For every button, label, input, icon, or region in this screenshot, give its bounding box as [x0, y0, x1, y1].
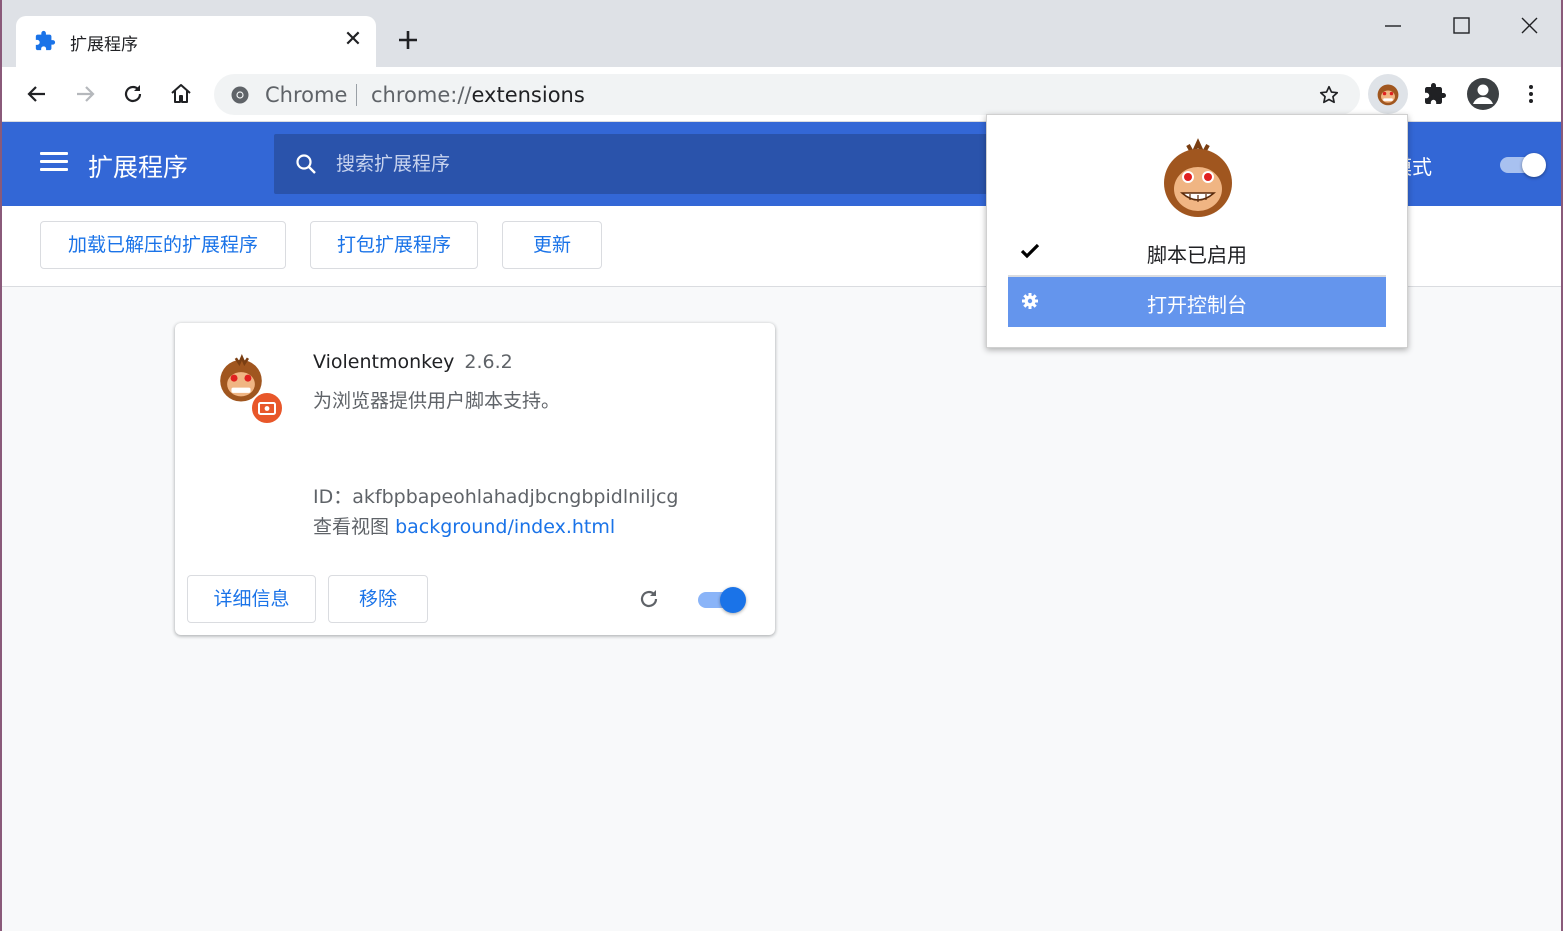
open-dashboard-item[interactable]: 打开控制台 [1008, 277, 1386, 327]
more-vert-icon [1529, 85, 1533, 103]
extension-id-value: akfbpbapeohlahadjbcngbpidlniljcg [352, 486, 679, 508]
background-page-link[interactable]: background/index.html [395, 516, 615, 538]
tab-extensions[interactable]: 扩展程序 ✕ [16, 16, 376, 67]
remove-button[interactable]: 移除 [328, 575, 428, 623]
search-icon [296, 154, 316, 174]
open-dashboard-label: 打开控制台 [1147, 293, 1247, 317]
profile-avatar-icon [1467, 78, 1499, 110]
violentmonkey-popup: 脚本已启用 打开控制台 [986, 114, 1408, 348]
reload-button[interactable] [116, 77, 150, 111]
hamburger-menu-icon[interactable] [40, 152, 68, 176]
scripts-enabled-item[interactable]: 脚本已启用 [1008, 227, 1386, 277]
extension-card: Violentmonkey 2.6.2 为浏览器提供用户脚本支持。 ID：akfb… [175, 323, 775, 635]
reload-extension-icon[interactable] [637, 587, 661, 611]
url-text: chrome://extensions [371, 83, 585, 107]
forward-arrow-icon [77, 86, 95, 102]
plus-icon[interactable] [394, 26, 422, 54]
update-button[interactable]: 更新 [502, 221, 602, 269]
chrome-logo-icon [231, 86, 249, 104]
background-page-badge [250, 391, 284, 425]
omnibox-divider [356, 84, 357, 106]
load-unpacked-button[interactable]: 加载已解压的扩展程序 [40, 221, 286, 269]
forward-button[interactable] [68, 77, 102, 111]
extensions-button[interactable] [1418, 77, 1452, 111]
extension-enable-toggle[interactable] [698, 587, 746, 613]
security-chip: Chrome [265, 83, 348, 107]
details-button[interactable]: 详细信息 [187, 575, 316, 623]
video-badge-icon [258, 402, 276, 415]
violentmonkey-toolbar-button[interactable] [1368, 74, 1408, 114]
violentmonkey-extension-icon [1377, 84, 1399, 106]
extension-id: ID：akfbpbapeohlahadjbcngbpidlniljcg [313, 482, 679, 509]
menu-button[interactable] [1514, 77, 1548, 111]
back-arrow-icon [27, 86, 45, 102]
profile-button[interactable] [1466, 77, 1500, 111]
extension-name-text: Violentmonkey [313, 351, 455, 373]
tab-close-button[interactable]: ✕ [342, 28, 364, 52]
tab-strip: 扩展程序 ✕ [2, 0, 1561, 67]
reload-icon [124, 85, 142, 103]
extension-name: Violentmonkey 2.6.2 [313, 351, 513, 373]
extensions-puzzle-icon [1425, 83, 1446, 104]
omnibox[interactable]: Chrome chrome://extensions [214, 74, 1360, 115]
extension-description: 为浏览器提供用户脚本支持。 [313, 390, 561, 412]
dev-mode-toggle[interactable] [1500, 153, 1546, 177]
bookmark-star-icon[interactable] [1318, 84, 1340, 106]
pack-extension-button[interactable]: 打包扩展程序 [310, 221, 478, 269]
page-title: 扩展程序 [88, 153, 189, 182]
inspect-views-label: 查看视图 [313, 516, 390, 538]
extension-id-label: ID： [313, 486, 353, 508]
close-icon[interactable] [1514, 14, 1544, 38]
home-button[interactable] [164, 77, 198, 111]
extension-version: 2.6.2 [464, 351, 513, 373]
scripts-enabled-label: 脚本已启用 [1147, 243, 1247, 267]
maximize-icon[interactable] [1446, 14, 1476, 38]
tab-title: 扩展程序 [70, 35, 138, 55]
inspect-views: 查看视图 background/index.html [313, 512, 615, 539]
minimize-icon[interactable] [1378, 14, 1408, 38]
back-button[interactable] [20, 77, 54, 111]
violentmonkey-logo-icon [1164, 138, 1232, 217]
browser-window: 扩展程序 ✕ Chrome chrome://extensions 扩展程序 搜… [0, 0, 1563, 931]
url-path: extensions [471, 83, 585, 107]
puzzle-icon [35, 30, 56, 51]
home-icon [171, 84, 191, 103]
url-scheme: chrome:// [371, 83, 472, 107]
